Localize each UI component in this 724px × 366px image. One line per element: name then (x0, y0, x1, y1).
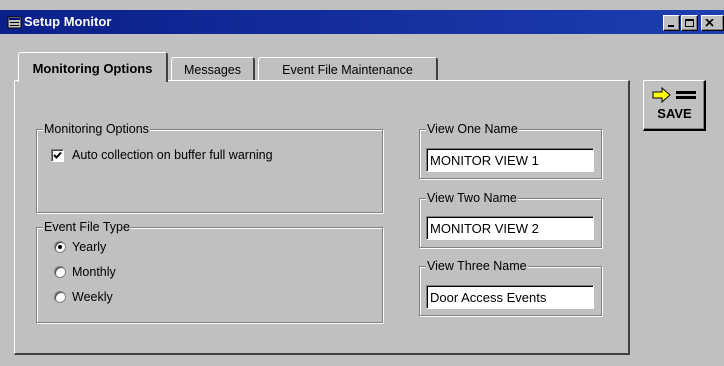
setup-monitor-window: Setup Monitor Monitoring Options Message… (0, 0, 724, 366)
auto-collection-checkbox[interactable] (51, 149, 64, 162)
auto-collection-label[interactable]: Auto collection on buffer full warning (72, 148, 273, 162)
window-app-icon (7, 16, 22, 29)
event-file-type-group-label: Event File Type (43, 220, 131, 234)
monitoring-options-group: Monitoring Options Auto collection on bu… (36, 122, 383, 213)
radio-selected-dot (58, 245, 62, 249)
monitoring-options-group-label: Monitoring Options (43, 122, 150, 136)
radio-weekly-label[interactable]: Weekly (72, 290, 113, 304)
radio-yearly-label[interactable]: Yearly (72, 240, 106, 254)
radio-monthly[interactable] (54, 266, 66, 278)
close-icon (705, 19, 714, 27)
tab-label: Monitoring Options (32, 61, 153, 76)
tab-label: Event File Maintenance (282, 63, 413, 77)
maximize-button[interactable] (681, 15, 698, 31)
radio-weekly[interactable] (54, 291, 66, 303)
tab-label: Messages (184, 63, 241, 77)
tab-messages[interactable]: Messages (171, 57, 255, 81)
view-two-name-label: View Two Name (426, 191, 518, 205)
title-bar[interactable]: Setup Monitor (0, 10, 724, 34)
radio-monthly-label[interactable]: Monthly (72, 265, 116, 279)
arrow-to-slot-icon (652, 87, 696, 103)
close-button[interactable] (701, 15, 724, 31)
view-three-name-group: View Three Name Door Access Events (419, 259, 602, 316)
checkmark-icon (53, 151, 62, 159)
maximize-icon (685, 19, 694, 27)
tab-event-file-maintenance[interactable]: Event File Maintenance (258, 57, 438, 81)
event-file-type-group: Event File Type Yearly Monthly Weekly (36, 220, 383, 323)
radio-yearly[interactable] (54, 241, 66, 253)
window-title: Setup Monitor (24, 14, 112, 29)
save-button-label: SAVE (657, 106, 692, 121)
minimize-icon (668, 25, 674, 27)
view-three-name-label: View Three Name (426, 259, 528, 273)
save-button[interactable]: SAVE (643, 80, 706, 131)
tab-panel-monitoring-options: Monitoring Options Auto collection on bu… (14, 80, 630, 355)
view-one-name-input[interactable]: MONITOR VIEW 1 (426, 148, 594, 172)
minimize-button[interactable] (663, 15, 680, 31)
view-three-name-input[interactable]: Door Access Events (426, 285, 594, 309)
view-one-name-group: View One Name MONITOR VIEW 1 (419, 122, 602, 179)
view-two-name-group: View Two Name MONITOR VIEW 2 (419, 191, 602, 248)
view-one-name-label: View One Name (426, 122, 519, 136)
view-two-name-input[interactable]: MONITOR VIEW 2 (426, 216, 594, 240)
tab-monitoring-options[interactable]: Monitoring Options (18, 52, 168, 82)
